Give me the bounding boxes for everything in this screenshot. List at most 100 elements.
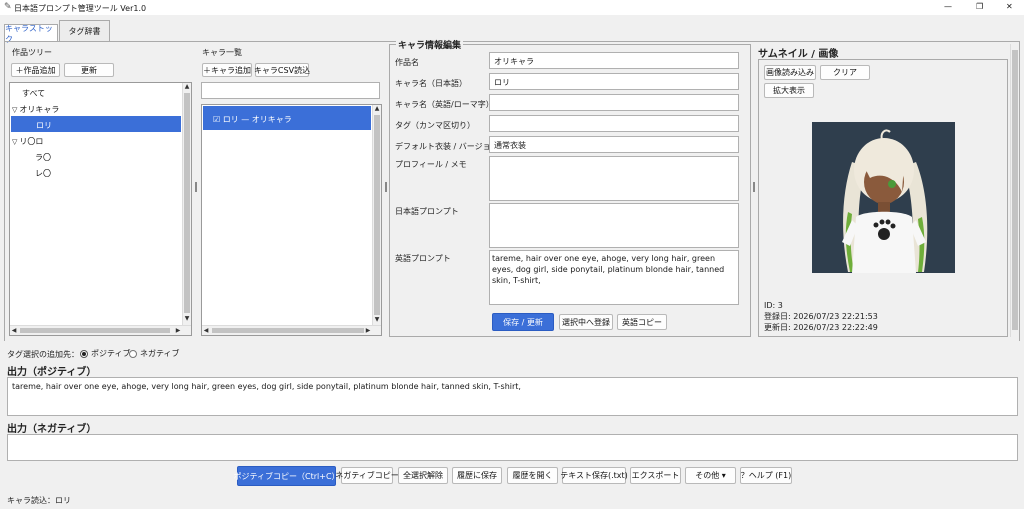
window-title: 日本語プロンプト管理ツール Ver1.0 (14, 4, 147, 13)
output-positive-textarea[interactable]: tareme, hair over one eye, ahoge, very l… (7, 377, 1018, 416)
tree-item-all[interactable]: すべて (22, 88, 45, 99)
radio-positive[interactable]: ポジティブ (80, 348, 131, 359)
character-thumbnail[interactable] (812, 122, 955, 273)
save-history-button[interactable]: 履歴に保存 (452, 467, 502, 484)
charlist-hscroll[interactable]: ◀ ▶ (202, 325, 381, 335)
tab-chara-stock[interactable]: キャラストック (4, 24, 58, 44)
clear-image-button[interactable]: クリア (820, 65, 870, 80)
save-update-button[interactable]: 保存 / 更新 (492, 313, 554, 331)
charlist-vscroll[interactable]: ▲ ▼ (372, 105, 381, 325)
output-negative-textarea[interactable] (7, 434, 1018, 461)
tree-item-label: リ〇ロ (19, 137, 44, 146)
close-icon[interactable]: ✕ (1006, 2, 1013, 11)
scroll-thumb[interactable] (374, 115, 380, 315)
costume-field[interactable]: 通常衣装 (489, 136, 739, 153)
output-positive-header: 出力（ポジティブ） (7, 367, 97, 378)
record-id: ID: 3 (764, 301, 783, 310)
refresh-button[interactable]: 更新 (64, 63, 114, 77)
tab-label: タグ辞書 (68, 27, 101, 36)
details-header: キャラ情報編集 (396, 38, 464, 51)
save-text-button[interactable]: テキスト保存(.txt) (560, 467, 628, 484)
add-chara-button[interactable]: ＋キャラ追加 (202, 63, 252, 77)
tags-label: タグ（カンマ区切り） (395, 121, 475, 130)
scroll-up-icon[interactable]: ▲ (373, 105, 381, 113)
jp-prompt-label: 日本語プロンプト (395, 207, 459, 216)
pane-sash[interactable] (753, 182, 755, 192)
tree-item-label: レ〇 (35, 169, 51, 178)
minimize-icon[interactable]: — (944, 2, 952, 11)
en-prompt-label: 英語プロンプト (395, 254, 451, 263)
scroll-right-icon[interactable]: ▶ (174, 327, 182, 335)
other-menu-button[interactable]: その他 ▾ (685, 467, 736, 484)
list-item[interactable]: ☑ ロリ — オリキャラ (203, 106, 371, 130)
register-selected-button[interactable]: 選択中へ登録 (559, 314, 613, 330)
open-history-button[interactable]: 履歴を開く (507, 467, 558, 484)
chara-search-input[interactable] (201, 82, 380, 99)
radio-negative[interactable]: ネガティブ (129, 348, 180, 359)
tag-target-label: タグ選択の追加先： (7, 350, 79, 359)
updated-date: 更新日: 2026/07/23 22:22:49 (764, 323, 878, 332)
copy-negative-button[interactable]: ネガティブコピー (335, 467, 399, 484)
tags-field[interactable] (489, 115, 739, 132)
chara-name-jp-label: キャラ名（日本語） (395, 79, 467, 88)
tab-tag-dictionary[interactable]: タグ辞書 (59, 20, 110, 42)
help-button[interactable]: ？ヘルプ (F1) (740, 467, 792, 484)
checkbox-icon[interactable]: ☑ (213, 115, 220, 124)
tree-item-label: すべて (22, 89, 46, 98)
add-work-button[interactable]: ＋作品追加 (11, 63, 60, 77)
chara-csv-button[interactable]: キャラCSV読込 (254, 63, 310, 77)
jp-prompt-textarea[interactable] (489, 203, 739, 248)
scroll-right-icon[interactable]: ▶ (364, 327, 372, 335)
copy-english-button[interactable]: 英語コピー (617, 314, 667, 330)
list-item-label: ロリ — オリキャラ (222, 115, 292, 124)
charlist-header: キャラ一覧 (202, 48, 242, 57)
radio-label: ネガティブ (140, 349, 180, 358)
restore-icon[interactable]: ❐ (976, 2, 983, 11)
pane-sash[interactable] (385, 182, 387, 192)
work-name-field[interactable]: オリキャラ (489, 52, 739, 69)
radio-unchecked-icon[interactable] (129, 349, 137, 358)
scroll-left-icon[interactable]: ◀ (10, 327, 18, 335)
chara-name-jp-field[interactable]: ロリ (489, 73, 739, 90)
chara-list[interactable]: ☑ ロリ — オリキャラ ▲ ▼ ◀ ▶ (201, 104, 382, 336)
expander-icon[interactable]: ▽ (12, 138, 17, 146)
tree-vscroll[interactable]: ▲ ▼ (182, 83, 191, 325)
tree-item-label: ラ〇 (35, 153, 51, 162)
tree-item-rem[interactable]: レ〇 (35, 168, 51, 179)
tree-item-label: ロリ (36, 121, 52, 130)
copy-positive-button[interactable]: ポジティブコピー（Ctrl+C） (233, 466, 340, 486)
main-vscroll[interactable] (1010, 44, 1019, 337)
profile-textarea[interactable] (489, 156, 739, 201)
chara-name-en-label: キャラ名（英語/ローマ字） (395, 100, 494, 109)
export-button[interactable]: エクスポート (630, 467, 681, 484)
scroll-left-icon[interactable]: ◀ (202, 327, 210, 335)
radio-checked-icon[interactable] (80, 349, 88, 358)
work-name-label: 作品名 (395, 58, 419, 67)
tree-item-ram[interactable]: ラ〇 (35, 152, 51, 163)
tree-hscroll[interactable]: ◀ ▶ (10, 325, 191, 335)
tree-item-label: オリキャラ (19, 105, 60, 114)
profile-label: プロフィール / メモ (395, 160, 467, 169)
load-image-button[interactable]: 画像読み込み (764, 65, 816, 80)
scroll-up-icon[interactable]: ▲ (183, 83, 191, 91)
radio-label: ポジティブ (91, 349, 131, 358)
chara-name-en-field[interactable] (489, 94, 739, 111)
pane-sash[interactable] (195, 182, 197, 192)
scroll-thumb[interactable] (1012, 50, 1018, 330)
tree-item-original[interactable]: ▽ オリキャラ (12, 104, 59, 115)
expander-icon[interactable]: ▽ (12, 106, 17, 114)
en-prompt-textarea[interactable]: tareme, hair over one eye, ahoge, very l… (489, 250, 739, 305)
created-date: 登録日: 2026/07/23 22:21:53 (764, 312, 878, 321)
scroll-thumb[interactable] (184, 93, 190, 313)
scroll-thumb[interactable] (212, 328, 364, 333)
tree-item-rezero[interactable]: ▽ リ〇ロ (12, 136, 43, 147)
work-tree[interactable]: すべて ▽ オリキャラ ロリ ▽ リ〇ロ ラ〇 レ〇 ▲ ▼ ◀ ▶ (9, 82, 192, 336)
deselect-all-button[interactable]: 全選択解除 (398, 467, 448, 484)
app-icon: ✎ (4, 2, 12, 12)
scroll-down-icon[interactable]: ▼ (373, 316, 381, 324)
scroll-down-icon[interactable]: ▼ (183, 315, 191, 323)
costume-label: デフォルト衣装 / バージョン (395, 142, 499, 151)
zoom-image-button[interactable]: 拡大表示 (764, 83, 814, 98)
scroll-thumb[interactable] (20, 328, 170, 333)
tree-item-loli[interactable]: ロリ (11, 116, 181, 132)
